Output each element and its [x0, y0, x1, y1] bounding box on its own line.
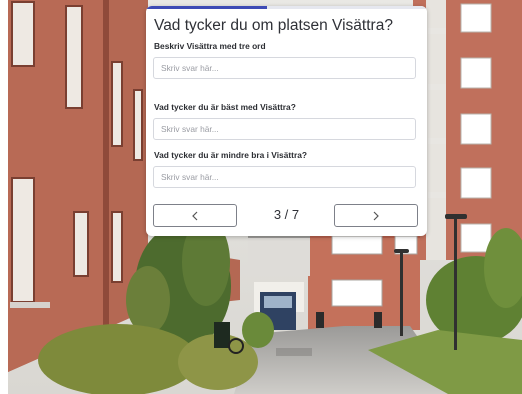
answer-input-1[interactable] [153, 57, 416, 79]
chevron-right-icon [373, 211, 379, 220]
answer-input-2[interactable] [153, 118, 416, 140]
next-button[interactable] [334, 204, 418, 227]
question-label-3: Vad tycker du är mindre bra i Visättra? [154, 150, 307, 160]
answer-input-3[interactable] [153, 166, 416, 188]
question-label-2: Vad tycker du är bäst med Visättra? [154, 102, 296, 112]
previous-button[interactable] [153, 204, 237, 227]
question-label-1: Beskriv Visättra med tre ord [154, 41, 266, 51]
chevron-left-icon [192, 211, 198, 220]
survey-title: Vad tycker du om platsen Visättra? [154, 17, 393, 34]
survey-card: Vad tycker du om platsen Visättra? Beskr… [146, 6, 427, 236]
progress-bar [146, 6, 427, 9]
progress-bar-fill [146, 6, 267, 9]
